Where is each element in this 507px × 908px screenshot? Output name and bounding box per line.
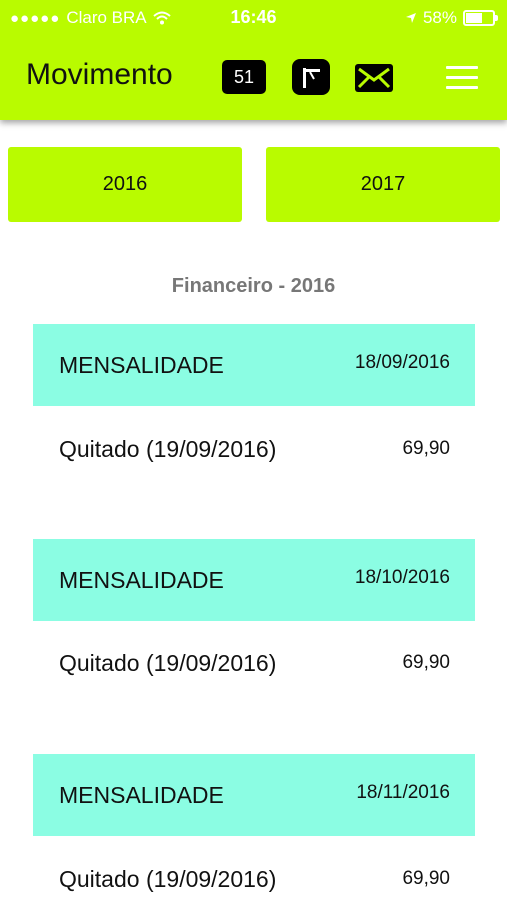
entry-type: MENSALIDADE (59, 567, 224, 593)
notification-count-badge[interactable]: 51 (222, 60, 266, 94)
entry-amount: 69,90 (402, 868, 450, 889)
entry-detail-row: Quitado (19/09/2016) 69,90 (33, 848, 475, 908)
mail-icon[interactable] (354, 63, 394, 93)
year-button-2017[interactable]: 2017 (266, 147, 500, 222)
menu-line (446, 66, 478, 69)
entry-detail-row: Quitado (19/09/2016) 69,90 (33, 632, 475, 692)
location-arrow-icon (405, 13, 416, 23)
menu-line (446, 86, 478, 89)
battery-icon (463, 10, 498, 26)
battery-fill (466, 13, 483, 23)
year-button-2016[interactable]: 2016 (8, 147, 242, 222)
entry-header[interactable]: MENSALIDADE 18/10/2016 (33, 539, 475, 621)
section-title: Financeiro - 2016 (171, 275, 336, 297)
entry-header[interactable]: MENSALIDADE 18/09/2016 (33, 324, 475, 406)
entry-amount: 69,90 (402, 438, 450, 459)
hamburger-menu-icon[interactable] (446, 66, 478, 90)
entry-type: MENSALIDADE (59, 352, 224, 378)
status-bar: ●●●●● Claro BRA 16:46 58% (0, 0, 507, 34)
entry-date: 18/10/2016 (354, 567, 450, 588)
status-right: 58% (405, 8, 498, 28)
page-title: Movimento (26, 58, 173, 91)
entry-header[interactable]: MENSALIDADE 18/11/2016 (33, 754, 475, 836)
entry-detail-row: Quitado (19/09/2016) 69,90 (33, 418, 475, 478)
entry-type: MENSALIDADE (59, 782, 224, 808)
app-header: ●●●●● Claro BRA 16:46 58% Movimento 51 (0, 0, 507, 120)
entry-amount: 69,90 (402, 652, 450, 673)
gate-icon[interactable] (292, 59, 330, 95)
menu-line (446, 76, 478, 79)
entry-date: 18/11/2016 (356, 782, 450, 803)
entry-status: Quitado (19/09/2016) (59, 436, 277, 462)
battery-percent: 58% (422, 8, 457, 27)
entry-status: Quitado (19/09/2016) (59, 866, 277, 892)
entry-status: Quitado (19/09/2016) (59, 650, 277, 676)
entry-date: 18/09/2016 (354, 352, 450, 373)
